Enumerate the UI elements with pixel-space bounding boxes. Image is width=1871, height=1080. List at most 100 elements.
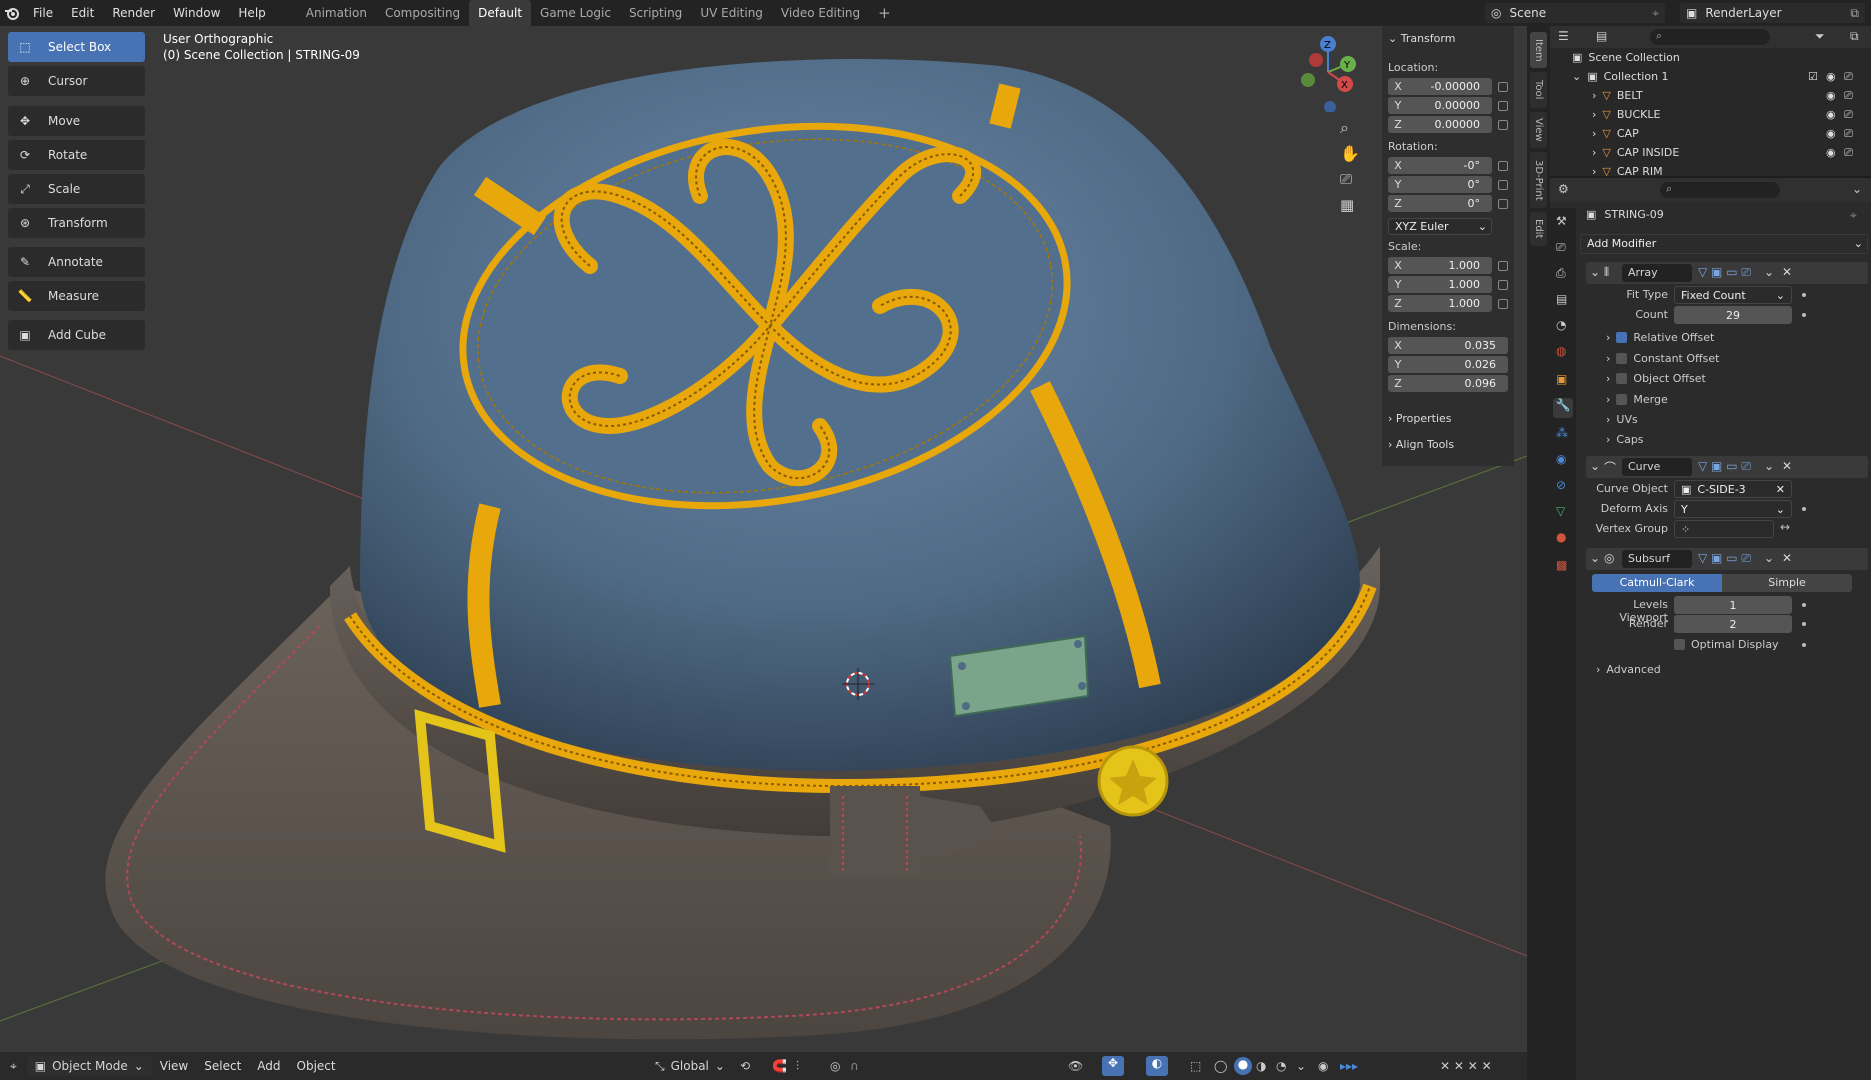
advanced-row[interactable]: › Advanced [1596,663,1661,676]
menu-object[interactable]: Object [289,1059,344,1073]
scale-y[interactable]: Y 1.000 [1388,276,1492,293]
curve-object-field[interactable]: ▣ C-SIDE-3 ✕ [1674,480,1792,498]
scene-selector[interactable]: ◎ Scene ⌖ [1485,3,1665,23]
uvs-row[interactable]: › UVs [1606,413,1638,426]
menu-select[interactable]: Select [196,1059,249,1073]
menu-file[interactable]: File [24,0,62,26]
3d-viewport[interactable]: User Orthographic (0) Scene Collection |… [0,26,1527,1052]
tab-uv-editing[interactable]: UV Editing [691,0,772,26]
eye-icon[interactable]: ◉ [1826,108,1836,121]
tab-game-logic[interactable]: Game Logic [531,0,620,26]
tab-animation[interactable]: Animation [297,0,376,26]
transform-header[interactable]: ⌄ Transform [1388,32,1455,45]
zoom-icon[interactable]: ⌕ [1340,118,1349,138]
collection-row[interactable]: ⌄ ▣ Collection 1 ☑ ◉ ⎚ [1550,67,1871,86]
blender-logo-icon[interactable] [0,0,24,26]
modifier-toggles[interactable]: ▽ ▣ ▭ ⎚ [1698,551,1751,566]
view-layer-tab-icon[interactable]: ▤ [1556,292,1567,306]
shading-options-icon[interactable]: ⌄ [1296,1059,1306,1073]
pivot-icon[interactable]: ⟲ [740,1059,750,1073]
location-y[interactable]: Y 0.00000 [1388,97,1492,114]
solid-shading-icon[interactable]: ● [1234,1057,1252,1075]
world-tab-icon[interactable]: ◍ [1556,344,1566,358]
scene-tab-icon[interactable]: ◔ [1556,318,1566,332]
lock-icon[interactable] [1498,299,1508,309]
subsurf-modifier-header[interactable]: ⌄ ◎ Subsurf ▽ ▣ ▭ ⎚ ⌄ ✕ [1586,548,1868,570]
xray-icon[interactable]: ⬚ [1190,1059,1201,1073]
keyframe-dot-icon[interactable] [1802,313,1806,317]
optimal-display-checkbox[interactable] [1674,639,1685,650]
lock-icon[interactable] [1498,180,1508,190]
fit-type-select[interactable]: Fixed Count ⌄ [1674,286,1792,304]
relative-offset-row[interactable]: › Relative Offset [1606,331,1714,344]
chevron-down-icon[interactable]: ⌄ [1764,265,1774,279]
menu-add[interactable]: Add [249,1059,288,1073]
dimension-x[interactable]: X 0.035 [1388,337,1508,354]
array-name-field[interactable]: Array [1622,264,1692,282]
lock-icon[interactable] [1498,199,1508,209]
snap-target-icon[interactable]: ⫶ [796,1059,799,1074]
rotation-x[interactable]: X -0° [1388,157,1492,174]
tab-item[interactable]: Item [1530,32,1547,68]
display-mode-icon[interactable]: ▤ [1596,29,1607,43]
camera-icon[interactable]: ⎚ [1844,127,1853,141]
eye-icon[interactable]: ◉ [1826,70,1836,83]
output-tab-icon[interactable]: ⎙ [1556,266,1566,281]
tool-rotate[interactable]: ⟳ Rotate [8,140,145,170]
caps-row[interactable]: › Caps [1606,433,1644,446]
simple-button[interactable]: Simple [1722,574,1852,592]
dimension-z[interactable]: Z 0.096 [1388,375,1508,392]
catmull-clark-button[interactable]: Catmull-Clark [1592,574,1722,592]
material-tab-icon[interactable]: ● [1556,530,1566,544]
tool-move[interactable]: ✥ Move [8,106,145,136]
lock-icon[interactable] [1498,120,1508,130]
object-tab-icon[interactable]: ▣ [1556,372,1567,386]
tab-video-editing[interactable]: Video Editing [772,0,869,26]
tab-3d-print[interactable]: 3D-Print [1530,152,1547,208]
tab-tool[interactable]: Tool [1530,72,1547,108]
eye-icon[interactable]: ◉ [1826,146,1836,159]
object-offset-checkbox[interactable] [1616,373,1628,384]
render-tab-icon[interactable]: ⎚ [1556,240,1566,255]
editor-type-icon[interactable]: ⚙ [1558,182,1569,196]
modifier-tab-icon[interactable]: 🔧 [1553,398,1573,418]
align-tools-header[interactable]: › Align Tools [1388,438,1454,451]
copy-icon[interactable]: ⧉ [1850,6,1859,21]
navigation-gizmo[interactable]: Z Y X [1290,32,1360,112]
keyframe-dot-icon[interactable] [1802,603,1806,607]
camera-icon[interactable]: ⎚ [1844,108,1853,122]
tab-default[interactable]: Default [469,0,532,26]
outliner-search[interactable] [1650,29,1770,45]
particles-tab-icon[interactable]: ⁂ [1556,426,1568,440]
lock-icon[interactable] [1498,82,1508,92]
tool-tab-icon[interactable]: ⚒ [1556,214,1567,228]
array-modifier-header[interactable]: ⌄ ⫴ Array ▽ ▣ ▭ ⎚ ⌄ ✕ [1586,262,1868,284]
tool-select-box[interactable]: ⬚ Select Box [8,32,145,62]
close-icon[interactable]: ✕ [1776,483,1785,496]
keyframe-dot-icon[interactable] [1802,507,1806,511]
scale-x[interactable]: X 1.000 [1388,257,1492,274]
list-item[interactable]: › ▽ CAP INSIDE ◉ ⎚ [1550,143,1871,162]
scale-z[interactable]: Z 1.000 [1388,295,1492,312]
menu-help[interactable]: Help [229,0,274,26]
merge-row[interactable]: › Merge [1606,393,1668,406]
location-z[interactable]: Z 0.00000 [1388,116,1492,133]
relative-offset-checkbox[interactable] [1616,332,1628,343]
overlay-icon[interactable]: ◐ [1146,1056,1168,1076]
mode-select[interactable]: ▣ Object Mode ⌄ [26,1056,152,1076]
tab-scripting[interactable]: Scripting [620,0,691,26]
grid-perspective-icon[interactable]: ▦ [1340,196,1354,214]
material-shading-icon[interactable]: ◑ [1256,1059,1266,1073]
data-tab-icon[interactable]: ▽ [1556,504,1565,518]
tool-cursor[interactable]: ⊕ Cursor [8,66,145,96]
list-item[interactable]: › ▽ BELT ◉ ⎚ [1550,86,1871,105]
menu-window[interactable]: Window [164,0,229,26]
chevron-down-icon[interactable]: ⌄ [1764,551,1774,565]
close-icon[interactable]: ✕ [1782,551,1792,565]
timeline-markers-icon[interactable]: ▸▸▸ [1340,1059,1358,1073]
list-item[interactable]: › ▽ CAP ◉ ⎚ [1550,124,1871,143]
rotation-z[interactable]: Z 0° [1388,195,1492,212]
tab-compositing[interactable]: Compositing [376,0,469,26]
camera-icon[interactable]: ⎚ [1844,70,1853,84]
optimal-display-row[interactable]: Optimal Display [1674,638,1779,651]
